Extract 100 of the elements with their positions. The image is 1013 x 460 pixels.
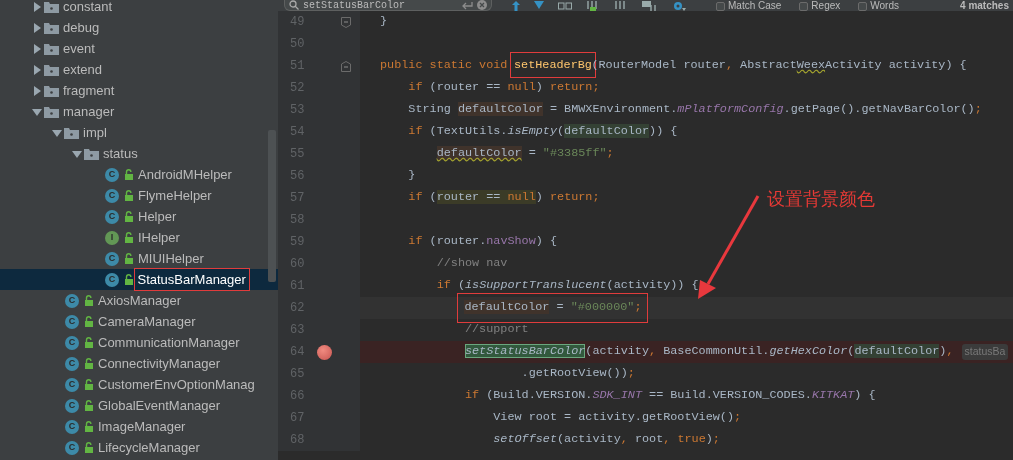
class-icon: C — [105, 209, 119, 224]
expand-arrow-icon[interactable] — [32, 1, 42, 12]
code-line: if (router == null) return; — [408, 79, 600, 97]
history-icon[interactable] — [461, 0, 473, 10]
code-line: if (router == null) return; — [408, 189, 600, 207]
close-icon[interactable] — [477, 0, 487, 10]
tree-item-label[interactable]: debug — [63, 17, 100, 38]
class-icon: C — [65, 314, 79, 329]
tree-item-label[interactable]: manager — [63, 101, 115, 122]
lock-icon — [84, 421, 94, 432]
class-icon: C — [105, 272, 119, 287]
lock-icon — [84, 400, 94, 411]
lock-icon — [84, 358, 94, 369]
class-icon: C — [65, 398, 79, 413]
select-all-icon[interactable] — [558, 1, 572, 11]
tree-item-label[interactable]: CustomerEnvOptionManag — [98, 374, 255, 395]
lock-icon — [84, 379, 94, 390]
code-line: } — [380, 13, 388, 31]
folder-icon — [64, 126, 79, 139]
option-checkbox[interactable]: Words — [858, 1, 899, 11]
code-line: setOffset(activity, root, true); — [493, 431, 720, 449]
filter-icon[interactable] — [642, 1, 658, 11]
lock-icon — [124, 274, 134, 285]
class-icon: C — [65, 356, 79, 371]
lock-icon — [124, 232, 134, 243]
scrollbar-thumb[interactable] — [268, 130, 276, 282]
folder-icon — [44, 84, 59, 97]
lock-icon — [124, 211, 134, 222]
tree-item-label[interactable]: status — [103, 143, 138, 164]
expand-arrow-icon[interactable] — [72, 148, 82, 159]
tree-item-label[interactable]: impl — [83, 122, 107, 143]
up-arrow-icon[interactable] — [512, 1, 520, 11]
breakpoint-icon[interactable] — [316, 344, 332, 360]
code-line: //show nav — [436, 255, 508, 273]
code-line: //support — [464, 321, 529, 339]
lock-icon — [124, 169, 134, 180]
code-line: String defaultColor = BMWXEnvironment.mPlatformConfig.getPage().getNavBarColor(); — [408, 101, 982, 119]
class-icon: C — [65, 377, 79, 392]
tree-item-label[interactable]: ImageManager — [98, 416, 186, 437]
class-icon: C — [105, 251, 119, 266]
add-selection-icon[interactable] — [586, 1, 600, 11]
class-icon: C — [65, 419, 79, 434]
tree-item-label[interactable]: ConnectivityManager — [98, 353, 221, 374]
folder-icon — [44, 42, 59, 55]
expand-arrow-icon[interactable] — [32, 106, 42, 117]
tree-item-label[interactable]: AxiosManager — [98, 290, 182, 311]
tree-item-label[interactable]: IHelper — [138, 227, 180, 248]
tree-item-label[interactable]: extend — [63, 59, 103, 80]
lock-icon — [84, 295, 94, 306]
lock-icon — [124, 253, 134, 264]
annotation-text: 设置背景颜色 — [767, 188, 875, 211]
lock-icon — [84, 337, 94, 348]
code-line: } — [408, 167, 416, 185]
code-line: .getRootView()); — [521, 365, 635, 383]
class-icon: C — [65, 293, 79, 308]
code-line: View root = activity.getRootView(); — [493, 409, 742, 427]
folder-icon — [84, 147, 99, 160]
code-line: if (TextUtils.isEmpty(defaultColor)) { — [408, 123, 678, 141]
tree-item-label[interactable]: constant — [63, 0, 113, 17]
class-icon: C — [65, 335, 79, 350]
option-checkbox[interactable]: Regex — [799, 1, 841, 11]
folder-icon — [44, 21, 59, 34]
class-icon: I — [105, 230, 119, 245]
search-icon — [289, 0, 299, 10]
class-icon: C — [105, 167, 119, 182]
parameter-hint: statusBa — [961, 344, 1009, 360]
folder-icon — [44, 63, 59, 76]
tree-item-label[interactable]: MIUIHelper — [138, 248, 204, 269]
settings-icon[interactable] — [672, 1, 686, 11]
lock-icon — [84, 442, 94, 453]
expand-arrow-icon[interactable] — [32, 64, 42, 75]
tree-item-label[interactable]: Helper — [138, 206, 177, 227]
code-line: if (Build.VERSION.SDK_INT == Build.VERSION_CODES.KITKAT) { — [464, 387, 876, 405]
tree-item-label[interactable]: CommunicationManager — [98, 332, 240, 353]
fold-icon[interactable] — [341, 60, 351, 72]
expand-arrow-icon[interactable] — [32, 43, 42, 54]
match-count: 4 matches — [960, 1, 1010, 11]
tree-item-label[interactable]: FlymeHelper — [138, 185, 212, 206]
tree-item-label[interactable]: LifecycleManager — [98, 437, 200, 458]
fold-icon[interactable] — [341, 16, 351, 28]
expand-arrow-icon[interactable] — [32, 22, 42, 33]
code-line: if (isSupportTranslucent(activity)) { — [436, 277, 699, 295]
tree-item-label[interactable]: CameraManager — [98, 311, 196, 332]
remove-selection-icon[interactable] — [614, 1, 628, 11]
expand-arrow-icon[interactable] — [52, 127, 62, 138]
class-icon: C — [105, 188, 119, 203]
tree-item-label[interactable]: GlobalEventManager — [98, 395, 221, 416]
expand-arrow-icon[interactable] — [32, 85, 42, 96]
tree-item-label[interactable]: event — [63, 38, 95, 59]
option-checkbox[interactable]: Match Case — [716, 1, 782, 11]
tree-item-label[interactable]: AndroidMHelper — [138, 164, 232, 185]
tree-item-label[interactable]: fragment — [63, 80, 115, 101]
code-line: if (router.navShow) { — [408, 233, 558, 251]
code-line: defaultColor = "#3385ff"; — [436, 145, 614, 163]
search-field[interactable]: setStatusBarColor — [284, 0, 492, 11]
down-arrow-icon[interactable] — [534, 1, 544, 11]
tree-item-label[interactable]: StatusBarManager — [133, 267, 250, 292]
lock-icon — [124, 190, 134, 201]
class-icon: C — [65, 440, 79, 455]
folder-icon — [44, 105, 59, 118]
